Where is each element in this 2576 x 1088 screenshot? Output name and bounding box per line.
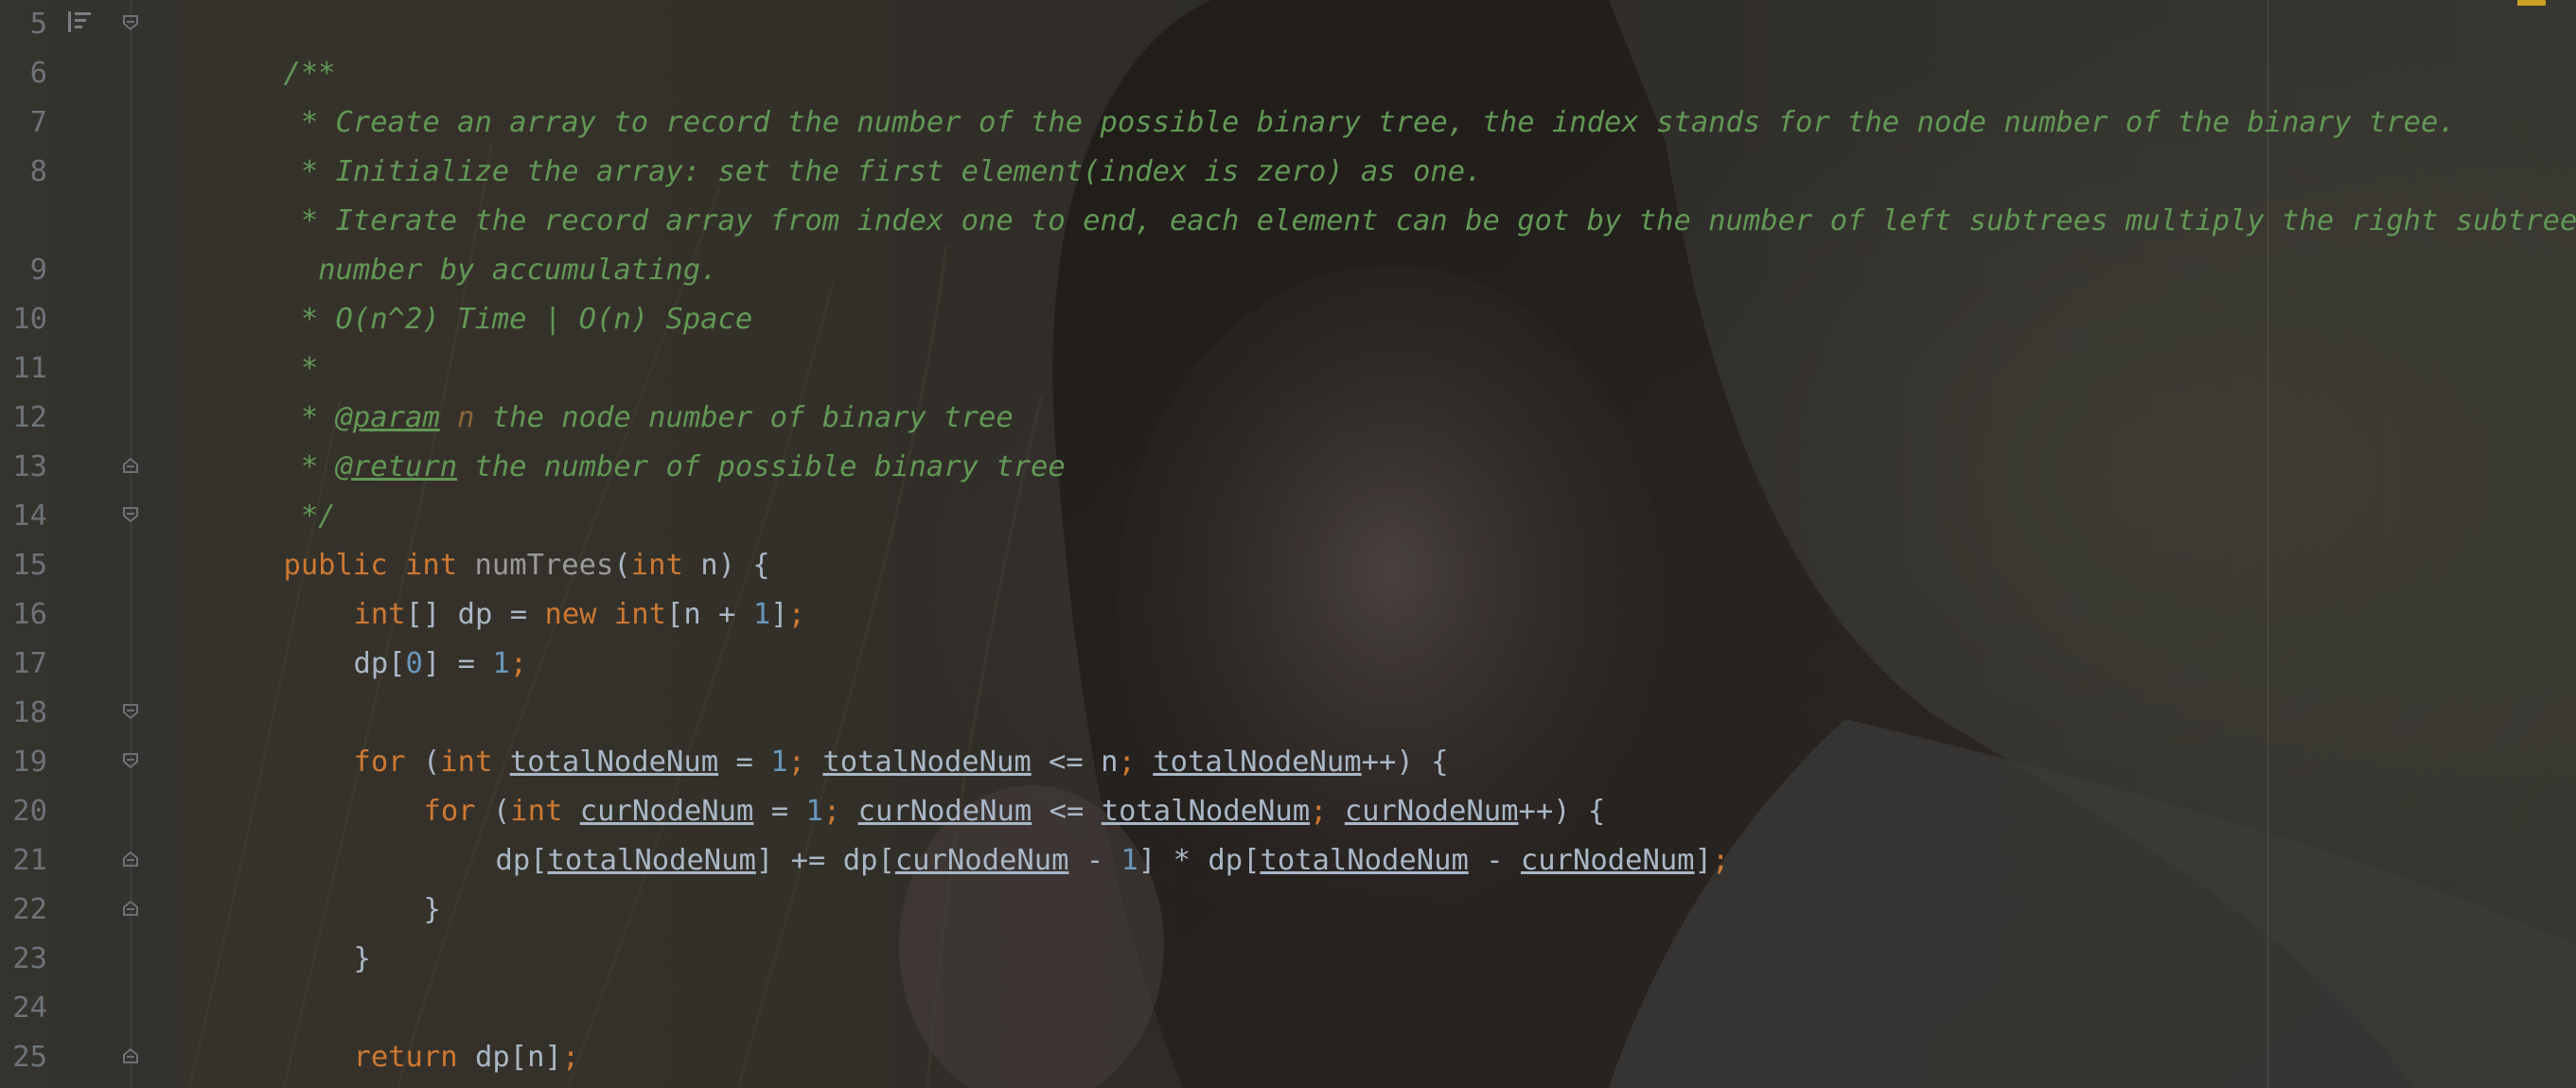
semicolon: ; <box>509 647 528 680</box>
number-literal: 0 <box>405 647 423 680</box>
code-line-11[interactable]: * @param n the node number of binary tre… <box>214 344 2576 434</box>
line-number: 18 <box>12 696 47 729</box>
line-number: 20 <box>12 795 47 828</box>
number-literal: 1 <box>492 647 510 680</box>
code-line-18[interactable]: for (int totalNodeNum = 1; totalNodeNum … <box>284 689 2576 779</box>
code-line-12[interactable]: * @return the number of possible binary … <box>214 394 2576 483</box>
line-number: 8 <box>29 155 47 188</box>
code-line-16[interactable]: dp[0] = 1; <box>284 590 2576 680</box>
code-text: dp[ <box>353 647 406 680</box>
code-line-20[interactable]: dp[totalNodeNum] += dp[curNodeNum - 1] *… <box>426 787 2576 877</box>
line-number: 16 <box>12 598 47 631</box>
closing-brace: } <box>353 942 371 975</box>
code-line-13[interactable]: */ <box>214 443 2576 533</box>
code-line-8[interactable]: * Iterate the record array from index on… <box>214 148 2576 237</box>
code-line-19[interactable]: for (int curNodeNum = 1; curNodeNum <= t… <box>354 738 2576 828</box>
code-line-7[interactable]: * Initialize the array: set the first el… <box>214 98 2576 188</box>
line-number: 6 <box>29 57 47 90</box>
line-number: 5 <box>29 8 47 41</box>
code-line-25[interactable]: } <box>214 1033 2576 1082</box>
line-number: 17 <box>12 647 47 680</box>
code-line-21[interactable]: } <box>354 836 2576 926</box>
line-number: 7 <box>29 106 47 139</box>
line-number: 19 <box>12 746 47 779</box>
code-line-10[interactable]: * <box>214 295 2576 385</box>
line-number: 24 <box>12 991 47 1025</box>
code-line-5[interactable]: /** <box>214 0 2576 90</box>
method-structure-icon[interactable] <box>66 9 93 34</box>
code-line-8-wrap[interactable]: number by accumulating. <box>214 197 2576 287</box>
line-number: 9 <box>29 254 47 287</box>
line-number: 14 <box>12 500 47 533</box>
line-number: 23 <box>12 942 47 975</box>
line-number: 10 <box>12 303 47 336</box>
fold-guide-line <box>131 0 132 1088</box>
line-number: 21 <box>12 844 47 877</box>
code-line-15[interactable]: int[] dp = new int[n + 1]; <box>284 541 2576 631</box>
line-number: 11 <box>12 352 47 385</box>
code-editor[interactable]: 5 6 7 8 9 10 11 12 13 14 15 16 17 18 19 … <box>0 0 2576 1088</box>
line-number: 13 <box>12 450 47 483</box>
code-line-22[interactable]: } <box>284 886 2576 975</box>
code-text: ] = <box>422 647 493 680</box>
line-number-gutter[interactable]: 5 6 7 8 9 10 11 12 13 14 15 16 17 18 19 … <box>0 0 180 1088</box>
line-number: 22 <box>12 893 47 926</box>
code-line-24[interactable]: return dp[n]; <box>284 984 2576 1074</box>
line-number: 25 <box>12 1041 47 1074</box>
line-number: 15 <box>12 549 47 582</box>
code-line-6[interactable]: * Create an array to record the number o… <box>214 49 2576 139</box>
code-line-9[interactable]: * O(n^2) Time | O(n) Space <box>214 246 2576 336</box>
code-line-14[interactable]: public int numTrees(int n) { <box>214 492 2576 582</box>
line-number: 12 <box>12 401 47 434</box>
